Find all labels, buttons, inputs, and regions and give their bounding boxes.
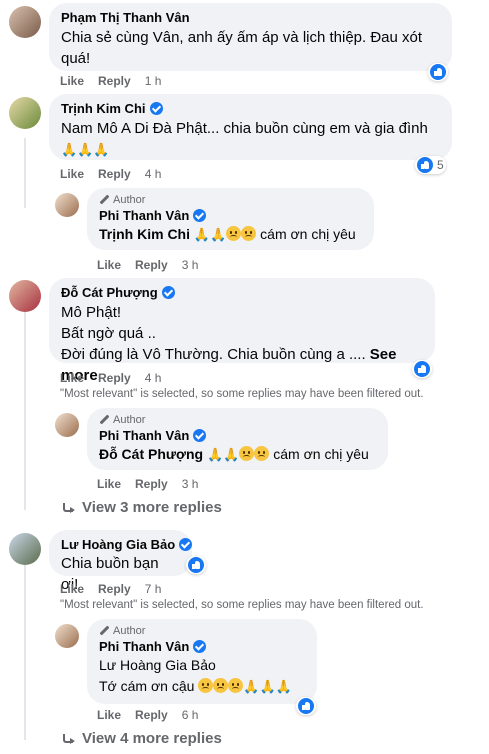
verified-icon — [193, 209, 207, 222]
like-button[interactable]: Like — [97, 708, 121, 722]
reply-button[interactable]: Reply — [98, 371, 131, 385]
thread-line — [24, 565, 26, 740]
timestamp[interactable]: 4 h — [145, 167, 162, 181]
verified-icon — [161, 286, 175, 299]
comment-bubble: Đỗ Cát Phượng Mô Phật! Bất ngờ quá .. Đờ… — [49, 278, 435, 384]
timestamp[interactable]: 1 h — [145, 74, 162, 88]
like-reaction-icon — [430, 64, 446, 80]
reply-arrow-icon — [62, 733, 76, 744]
comment-actions: Like Reply 3 h — [97, 258, 198, 272]
commenter-name[interactable]: Phi Thanh Vân — [99, 428, 376, 443]
like-button[interactable]: Like — [60, 371, 84, 385]
avatar[interactable] — [9, 97, 41, 129]
author-badge: Author — [99, 414, 376, 426]
avatar[interactable] — [9, 280, 41, 312]
commenter-name[interactable]: Đỗ Cát Phượng — [61, 285, 423, 300]
commenter-name[interactable]: Phi Thanh Vân — [99, 639, 305, 654]
reaction-count[interactable] — [412, 360, 432, 378]
author-badge: Author — [99, 625, 305, 637]
avatar[interactable] — [9, 6, 41, 38]
verified-icon — [179, 538, 193, 551]
timestamp[interactable]: 4 h — [145, 371, 162, 385]
timestamp[interactable]: 3 h — [182, 477, 199, 491]
sad-emoji-icon — [254, 446, 270, 461]
comment-actions: Like Reply 7 h — [60, 582, 161, 596]
reply-button[interactable]: Reply — [98, 582, 131, 596]
view-more-replies-button[interactable]: View 3 more replies — [62, 499, 222, 516]
reply-bubble: Author Phi Thanh Vân Lư Hoàng Gia Bảo Tớ… — [87, 619, 317, 704]
comment-bubble: Phạm Thị Thanh Vân Chia sẻ cùng Vân, anh… — [49, 3, 452, 71]
like-reaction-icon — [414, 361, 430, 377]
author-badge: Author — [99, 194, 362, 206]
like-reaction-icon — [188, 557, 204, 573]
mention-link[interactable]: Lư Hoàng Gia Bảo — [99, 655, 305, 676]
reply-button[interactable]: Reply — [98, 74, 131, 88]
pencil-icon — [99, 415, 109, 425]
comment-bubble: Trịnh Kim Chi Nam Mô A Di Đà Phật... chi… — [49, 94, 452, 160]
timestamp[interactable]: 6 h — [182, 708, 199, 722]
comment-line: Bất ngờ quá .. — [61, 325, 156, 342]
mention-link[interactable]: Đỗ Cát Phượng — [99, 446, 203, 462]
verified-icon — [193, 429, 207, 442]
reply-arrow-icon — [62, 502, 76, 513]
verified-icon — [149, 102, 163, 115]
pray-emoji-icon: 🙏🙏🙏 — [61, 143, 110, 158]
like-button[interactable]: Like — [60, 582, 84, 596]
avatar[interactable] — [55, 193, 79, 217]
reaction-count[interactable] — [186, 556, 206, 574]
sad-emoji-icon — [241, 226, 257, 241]
commenter-name[interactable]: Trịnh Kim Chi — [61, 101, 440, 116]
like-button[interactable]: Like — [60, 167, 84, 181]
comment-line: Mô Phật! — [61, 304, 122, 321]
comment-actions: Like Reply 1 h — [60, 74, 161, 88]
comment-bubble: Lư Hoàng Gia Bảo Chia buồn bạn ơi! — [49, 530, 193, 593]
like-reaction-icon — [298, 698, 314, 714]
comment-text: Đỗ Cát Phượng 🙏🙏 cám ơn chị yêu — [99, 446, 369, 463]
verified-icon — [193, 640, 207, 653]
sad-emoji-icon — [226, 226, 242, 241]
filter-note: "Most relevant" is selected, so some rep… — [60, 388, 424, 400]
pencil-icon — [99, 626, 109, 636]
comment-actions: Like Reply 4 h — [60, 371, 161, 385]
comment-actions: Like Reply 4 h — [60, 167, 161, 181]
thread-line — [24, 138, 26, 208]
sad-emoji-icon — [198, 678, 214, 693]
reply-button[interactable]: Reply — [135, 708, 168, 722]
comment-text: Trịnh Kim Chi 🙏🙏 cám ơn chị yêu — [99, 226, 356, 243]
reply-button[interactable]: Reply — [135, 477, 168, 491]
reaction-count[interactable] — [428, 63, 448, 81]
commenter-name[interactable]: Phạm Thị Thanh Vân — [61, 10, 440, 25]
like-button[interactable]: Like — [97, 477, 121, 491]
comment-text: Nam Mô A Di Đà Phật... chia buồn cùng em… — [61, 118, 440, 161]
sad-emoji-icon — [228, 678, 244, 693]
pencil-icon — [99, 195, 109, 205]
comment-text: Chia sẻ cùng Vân, anh ấy ấm áp và lịch t… — [61, 29, 423, 67]
avatar[interactable] — [55, 413, 79, 437]
filter-note: "Most relevant" is selected, so some rep… — [60, 599, 424, 611]
commenter-name[interactable]: Lư Hoàng Gia Bảo — [61, 537, 193, 552]
avatar[interactable] — [55, 624, 79, 648]
like-reaction-icon — [417, 157, 433, 173]
view-more-replies-button[interactable]: View 4 more replies — [62, 730, 222, 747]
sad-emoji-icon — [213, 678, 229, 693]
timestamp[interactable]: 7 h — [145, 582, 162, 596]
sad-emoji-icon — [239, 446, 255, 461]
avatar[interactable] — [9, 533, 41, 565]
mention-link[interactable]: Trịnh Kim Chi — [99, 226, 190, 242]
reply-bubble: Author Phi Thanh Vân Đỗ Cát Phượng 🙏🙏 cá… — [87, 408, 388, 470]
commenter-name[interactable]: Phi Thanh Vân — [99, 208, 362, 223]
reply-button[interactable]: Reply — [135, 258, 168, 272]
reaction-count[interactable]: 5 — [415, 156, 446, 174]
timestamp[interactable]: 3 h — [182, 258, 199, 272]
reply-bubble: Author Phi Thanh Vân Trịnh Kim Chi 🙏🙏 cá… — [87, 188, 374, 250]
like-button[interactable]: Like — [60, 74, 84, 88]
reaction-count[interactable] — [296, 697, 316, 715]
thread-line — [24, 312, 26, 510]
comment-actions: Like Reply 3 h — [97, 477, 198, 491]
comment-text: Tớ cám ơn cậu 🙏🙏🙏 — [99, 678, 292, 695]
comment-actions: Like Reply 6 h — [97, 708, 198, 722]
like-button[interactable]: Like — [97, 258, 121, 272]
reply-button[interactable]: Reply — [98, 167, 131, 181]
